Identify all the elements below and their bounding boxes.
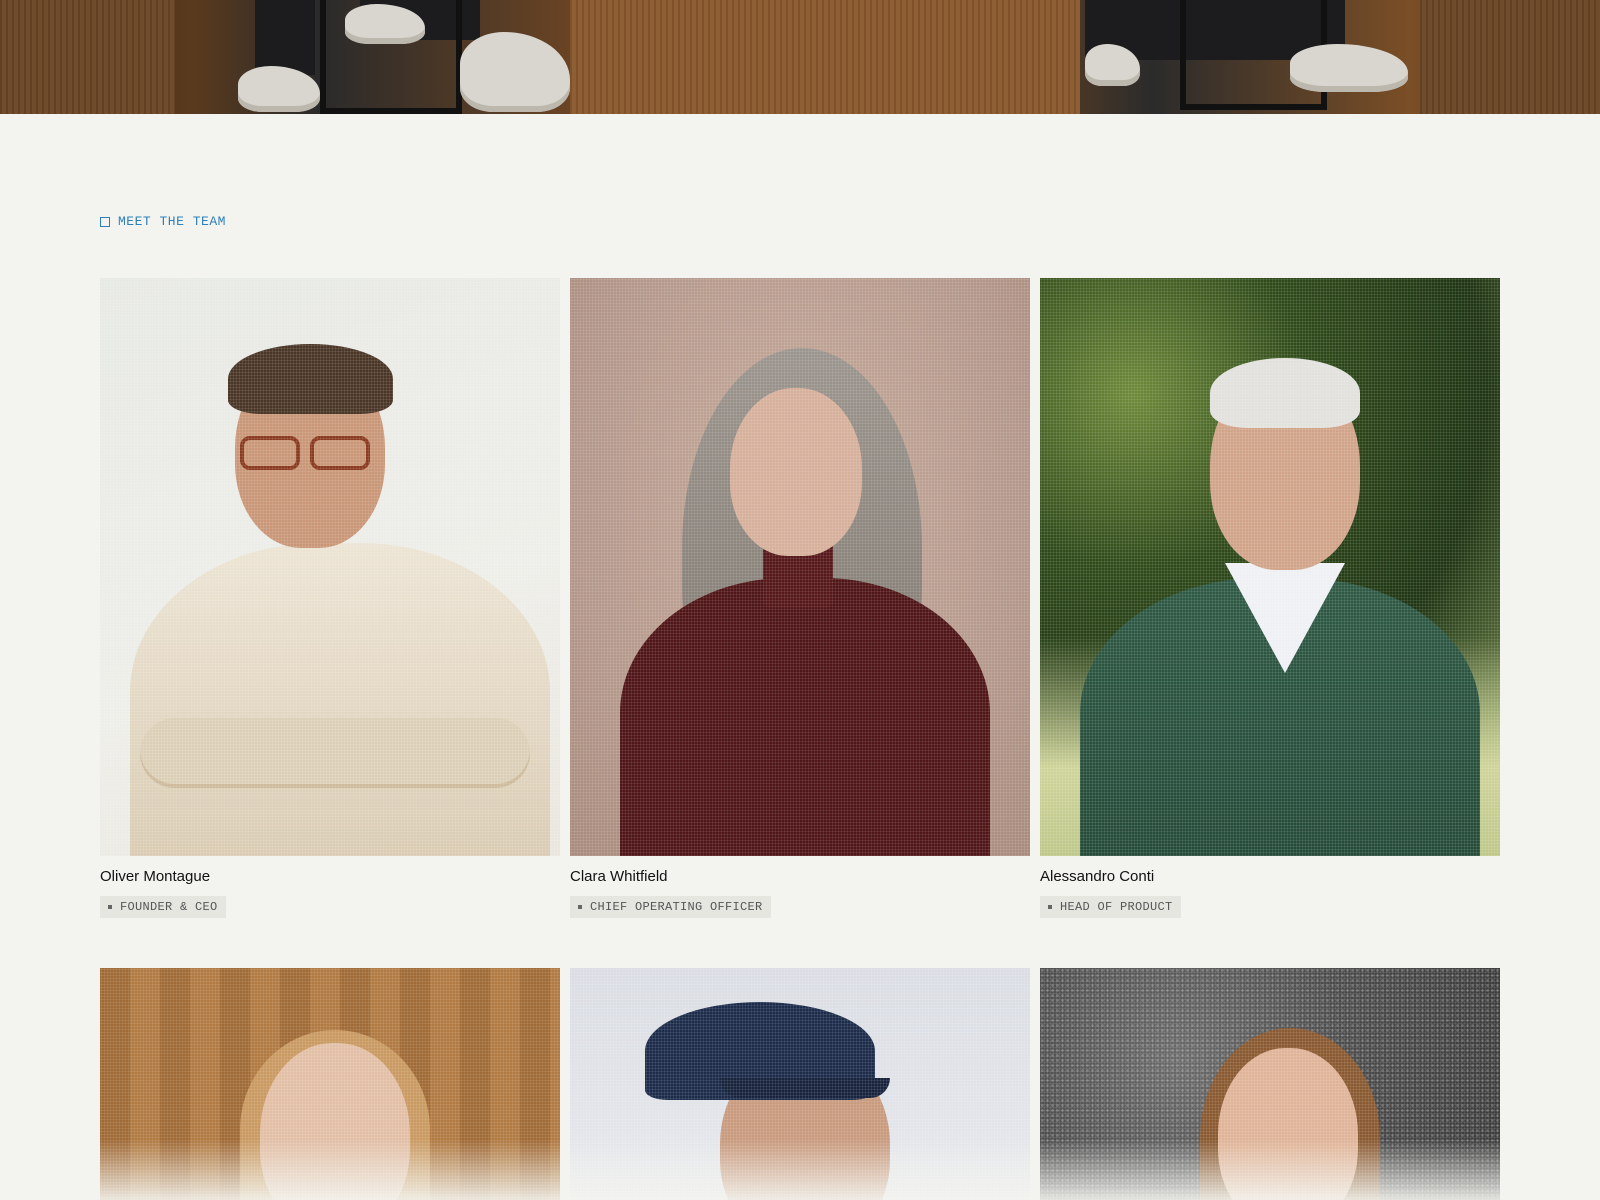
team-photo: [100, 278, 560, 856]
section-label-text: MEET THE TEAM: [118, 214, 226, 229]
team-card[interactable]: [570, 968, 1030, 1200]
team-card[interactable]: Oliver Montague FOUNDER & CEO: [100, 278, 560, 918]
team-photo: [1040, 278, 1500, 856]
team-card[interactable]: [100, 968, 560, 1200]
bullet-icon: [108, 905, 112, 909]
team-card[interactable]: Alessandro Conti HEAD OF PRODUCT: [1040, 278, 1500, 918]
team-photo: [570, 278, 1030, 856]
member-role: CHIEF OPERATING OFFICER: [590, 900, 763, 914]
team-card[interactable]: [1040, 968, 1500, 1200]
bullet-icon: [1048, 905, 1052, 909]
section-label: MEET THE TEAM: [100, 214, 226, 229]
bullet-icon: [578, 905, 582, 909]
member-name: Clara Whitfield: [570, 868, 668, 885]
member-role: HEAD OF PRODUCT: [1060, 900, 1173, 914]
role-badge: HEAD OF PRODUCT: [1040, 896, 1181, 918]
role-badge: FOUNDER & CEO: [100, 896, 226, 918]
team-card[interactable]: Clara Whitfield CHIEF OPERATING OFFICER: [570, 278, 1030, 918]
member-name: Alessandro Conti: [1040, 868, 1155, 885]
member-role: FOUNDER & CEO: [120, 900, 218, 914]
member-name: Oliver Montague: [100, 868, 211, 885]
hero-image: [0, 0, 1600, 114]
fade-overlay: [570, 1140, 1030, 1200]
team-photo: [100, 968, 560, 1200]
team-photo: [570, 968, 1030, 1200]
team-photo: [1040, 968, 1500, 1200]
fade-overlay: [1040, 1140, 1500, 1200]
fade-overlay: [100, 1140, 560, 1200]
square-outline-icon: [100, 216, 110, 227]
role-badge: CHIEF OPERATING OFFICER: [570, 896, 771, 918]
